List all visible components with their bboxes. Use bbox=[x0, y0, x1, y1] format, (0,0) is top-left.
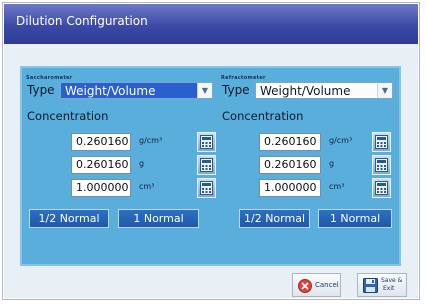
refractometer-volume-field[interactable]: 1.000000 bbox=[259, 179, 321, 197]
saccharometer-mass-field[interactable]: 0.260160 bbox=[71, 156, 131, 174]
save-exit-button[interactable]: Save & Exit bbox=[357, 273, 407, 297]
floppy-disk-icon bbox=[363, 278, 378, 297]
calculator-icon[interactable] bbox=[372, 178, 391, 198]
refractometer-type-label: Type bbox=[222, 83, 250, 97]
saccharometer-volume-unit: cm³ bbox=[139, 182, 155, 191]
refractometer-volume-row: 1.000000 cm³ bbox=[259, 178, 394, 199]
calculator-icon[interactable] bbox=[197, 178, 216, 198]
saccharometer-concentration-label: Concentration bbox=[27, 109, 109, 123]
save-exit-label-line1: Save & bbox=[381, 277, 403, 284]
saccharometer-density-unit: g/cm³ bbox=[139, 136, 163, 145]
refractometer-concentration-label: Concentration bbox=[222, 109, 304, 123]
saccharometer-mass-unit: g bbox=[139, 159, 145, 168]
calculator-icon[interactable] bbox=[372, 132, 391, 152]
cancel-label: Cancel bbox=[315, 281, 339, 289]
refractometer-group-title: Refractometer bbox=[221, 75, 266, 81]
refractometer-density-row: 0.260160 g/cm³ bbox=[259, 132, 394, 153]
dilution-configuration-window: Dilution Configuration Saccharometer Typ… bbox=[2, 2, 420, 300]
configuration-panel: Saccharometer Type Weight/Volume ▼ Conce… bbox=[20, 66, 401, 266]
refractometer-mass-unit: g bbox=[329, 159, 335, 168]
dialog-body: Saccharometer Type Weight/Volume ▼ Conce… bbox=[4, 44, 418, 298]
saccharometer-type-value: Weight/Volume bbox=[61, 83, 198, 98]
refractometer-density-field[interactable]: 0.260160 bbox=[259, 133, 321, 151]
refractometer-half-normal-button[interactable]: 1/2 Normal bbox=[239, 209, 310, 228]
saccharometer-volume-row: 1.000000 cm³ bbox=[71, 178, 216, 199]
saccharometer-density-field[interactable]: 0.260160 bbox=[71, 133, 131, 151]
calculator-icon[interactable] bbox=[372, 155, 391, 175]
saccharometer-type-label: Type bbox=[27, 83, 55, 97]
saccharometer-density-row: 0.260160 g/cm³ bbox=[71, 132, 216, 153]
title-bar: Dilution Configuration bbox=[4, 4, 418, 44]
refractometer-normal-button[interactable]: 1 Normal bbox=[318, 209, 392, 228]
saccharometer-normal-button[interactable]: 1 Normal bbox=[118, 209, 199, 228]
window-title: Dilution Configuration bbox=[16, 14, 148, 28]
refractometer-group: Refractometer Type Weight/Volume ▼ Conce… bbox=[220, 75, 396, 258]
saccharometer-group: Saccharometer Type Weight/Volume ▼ Conce… bbox=[25, 75, 217, 258]
saccharometer-mass-row: 0.260160 g bbox=[71, 155, 216, 176]
refractometer-mass-field[interactable]: 0.260160 bbox=[259, 156, 321, 174]
saccharometer-volume-field[interactable]: 1.000000 bbox=[71, 179, 131, 197]
chevron-down-icon[interactable]: ▼ bbox=[377, 83, 392, 98]
saccharometer-half-normal-button[interactable]: 1/2 Normal bbox=[29, 209, 109, 228]
save-exit-label-line2: Exit bbox=[383, 285, 395, 292]
saccharometer-type-select[interactable]: Weight/Volume ▼ bbox=[60, 82, 213, 99]
calculator-icon[interactable] bbox=[197, 132, 216, 152]
refractometer-type-select[interactable]: Weight/Volume ▼ bbox=[255, 82, 393, 99]
refractometer-volume-unit: cm³ bbox=[329, 182, 345, 191]
refractometer-density-unit: g/cm³ bbox=[329, 136, 353, 145]
refractometer-type-value: Weight/Volume bbox=[256, 83, 378, 98]
chevron-down-icon[interactable]: ▼ bbox=[197, 83, 212, 98]
cancel-button[interactable]: Cancel bbox=[292, 273, 341, 297]
calculator-icon[interactable] bbox=[197, 155, 216, 175]
saccharometer-group-title: Saccharometer bbox=[26, 75, 73, 81]
refractometer-mass-row: 0.260160 g bbox=[259, 155, 394, 176]
cancel-x-icon bbox=[298, 278, 312, 297]
